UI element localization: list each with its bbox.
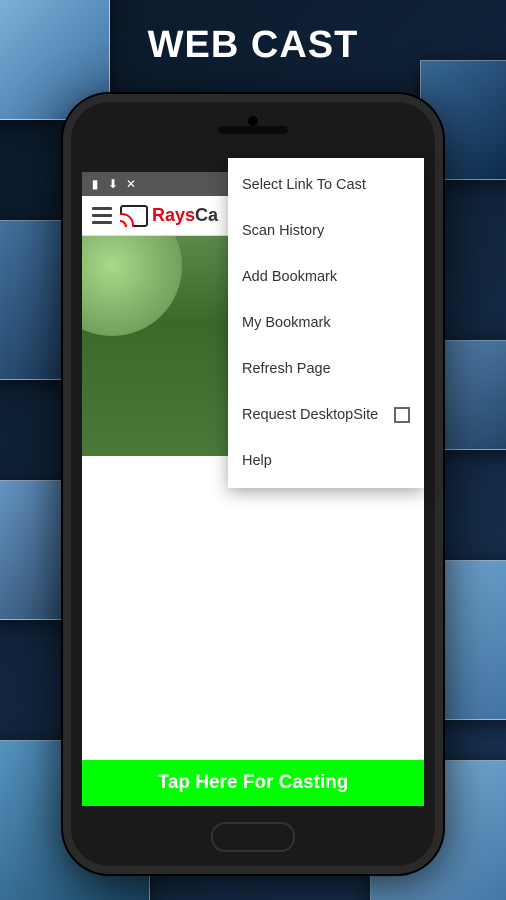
menu-item-request-desktop[interactable]: Request DesktopSite [228, 392, 424, 438]
cast-logo-icon [120, 205, 148, 227]
app-name: RaysCa [152, 205, 218, 226]
menu-item-label: Request DesktopSite [242, 407, 378, 423]
menu-item-label: Select Link To Cast [242, 177, 366, 193]
sync-icon: ✕ [124, 177, 138, 191]
hamburger-menu-icon[interactable] [88, 203, 116, 228]
menu-item-refresh-page[interactable]: Refresh Page [228, 346, 424, 392]
desktop-site-checkbox[interactable] [394, 407, 410, 423]
phone-frame: ▮ ⬇ ✕ 2 H ◢ ▮ 43% 8:09 a.m. RaysCa [63, 94, 443, 874]
menu-item-label: Add Bookmark [242, 269, 337, 285]
menu-item-label: Help [242, 453, 272, 469]
menu-item-help[interactable]: Help [228, 438, 424, 484]
menu-item-label: Scan History [242, 223, 324, 239]
menu-item-select-link[interactable]: Select Link To Cast [228, 162, 424, 208]
menu-item-add-bookmark[interactable]: Add Bookmark [228, 254, 424, 300]
menu-item-scan-history[interactable]: Scan History [228, 208, 424, 254]
menu-item-label: My Bookmark [242, 315, 331, 331]
page-title: WEB CAST [0, 0, 506, 67]
sim-icon: ▮ [88, 177, 102, 191]
overflow-menu: Select Link To Cast Scan History Add Boo… [228, 158, 424, 488]
menu-item-my-bookmark[interactable]: My Bookmark [228, 300, 424, 346]
download-icon: ⬇ [106, 177, 120, 191]
cast-button[interactable]: Tap Here For Casting [82, 760, 424, 806]
menu-item-label: Refresh Page [242, 361, 331, 377]
